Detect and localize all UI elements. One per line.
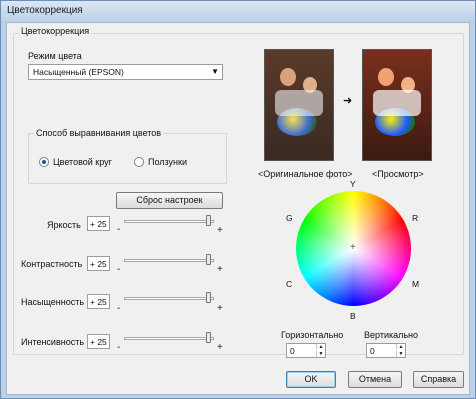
radio-sliders-label[interactable]: Ползунки xyxy=(148,157,187,167)
contrast-label: Контрастность xyxy=(21,259,83,269)
intensity-plus: + xyxy=(217,342,223,353)
vertical-value: 0 xyxy=(370,346,375,356)
brightness-minus: - xyxy=(117,224,121,235)
color-mode-label: Режим цвета xyxy=(28,51,82,61)
group-title: Цветокоррекция xyxy=(19,26,92,36)
vertical-down-icon[interactable]: ▼ xyxy=(396,351,405,357)
window-title: Цветокоррекция xyxy=(7,5,83,16)
original-photo xyxy=(264,49,334,161)
contrast-thumb[interactable] xyxy=(206,254,211,265)
color-mode-dropdown[interactable]: Насыщенный (EPSON) ▼ xyxy=(28,64,223,80)
horizontal-spinbox[interactable]: 0 ▲ ▼ xyxy=(286,343,326,358)
preview-photo xyxy=(362,49,432,161)
horizontal-value: 0 xyxy=(290,346,295,356)
contrast-value-field[interactable]: + 25 xyxy=(87,256,110,271)
radio-sliders[interactable] xyxy=(134,157,144,167)
wheel-center-crosshair-icon: + xyxy=(350,242,356,253)
preview-label: <Просмотр> xyxy=(372,169,424,179)
brightness-value-field[interactable]: + 25 xyxy=(87,216,110,231)
brightness-track[interactable] xyxy=(124,220,214,223)
wheel-label-c: C xyxy=(286,279,293,289)
dialog-window: Цветокоррекция Цветокоррекция Режим цвет… xyxy=(0,0,476,399)
vertical-spinbox[interactable]: 0 ▲ ▼ xyxy=(366,343,406,358)
help-button[interactable]: Справка xyxy=(413,371,464,388)
dialog-body: Цветокоррекция Режим цвета Насыщенный (E… xyxy=(6,22,470,395)
horizontal-up-icon[interactable]: ▲ xyxy=(316,344,325,350)
vertical-label: Вертикально xyxy=(364,330,419,340)
arrow-right-icon: ➜ xyxy=(343,95,353,107)
intensity-label: Интенсивность xyxy=(21,337,85,347)
saturation-plus: + xyxy=(217,303,223,314)
radio-color-wheel[interactable] xyxy=(39,157,49,167)
wheel-label-b: B xyxy=(350,311,356,321)
contrast-minus: - xyxy=(117,264,121,275)
color-mode-value: Насыщенный (EPSON) xyxy=(33,67,124,77)
intensity-value-field[interactable]: + 25 xyxy=(87,334,110,349)
contrast-track[interactable] xyxy=(124,259,214,262)
brightness-label: Яркость xyxy=(47,220,81,230)
saturation-label: Насыщенность xyxy=(21,297,85,307)
chevron-down-icon: ▼ xyxy=(211,67,219,76)
wheel-label-r: R xyxy=(412,213,419,223)
saturation-minus: - xyxy=(117,303,121,314)
wheel-label-y: Y xyxy=(350,179,356,189)
wheel-label-m: M xyxy=(412,279,420,289)
saturation-thumb[interactable] xyxy=(206,292,211,303)
wheel-label-g: G xyxy=(286,213,293,223)
saturation-value-field[interactable]: + 25 xyxy=(87,294,110,309)
title-bar: Цветокоррекция xyxy=(1,1,475,21)
saturation-track[interactable] xyxy=(124,297,214,300)
ok-button[interactable]: OK xyxy=(286,371,336,388)
reset-settings-button[interactable]: Сброс настроек xyxy=(116,192,223,209)
brightness-plus: + xyxy=(217,225,223,236)
intensity-thumb[interactable] xyxy=(206,332,211,343)
horizontal-label: Горизонтально xyxy=(281,330,344,340)
intensity-minus: - xyxy=(117,342,121,353)
horizontal-down-icon[interactable]: ▼ xyxy=(316,351,325,357)
vertical-up-icon[interactable]: ▲ xyxy=(396,344,405,350)
contrast-plus: + xyxy=(217,264,223,275)
radio-color-wheel-label[interactable]: Цветовой круг xyxy=(53,157,112,167)
brightness-thumb[interactable] xyxy=(206,215,211,226)
alignment-method-title: Способ выравнивания цветов xyxy=(34,128,164,138)
intensity-track[interactable] xyxy=(124,337,214,340)
original-photo-label: <Оригинальное фото> xyxy=(258,169,353,179)
alignment-method-group: Способ выравнивания цветов Цветовой круг… xyxy=(28,128,227,184)
cancel-button[interactable]: Отмена xyxy=(348,371,402,388)
